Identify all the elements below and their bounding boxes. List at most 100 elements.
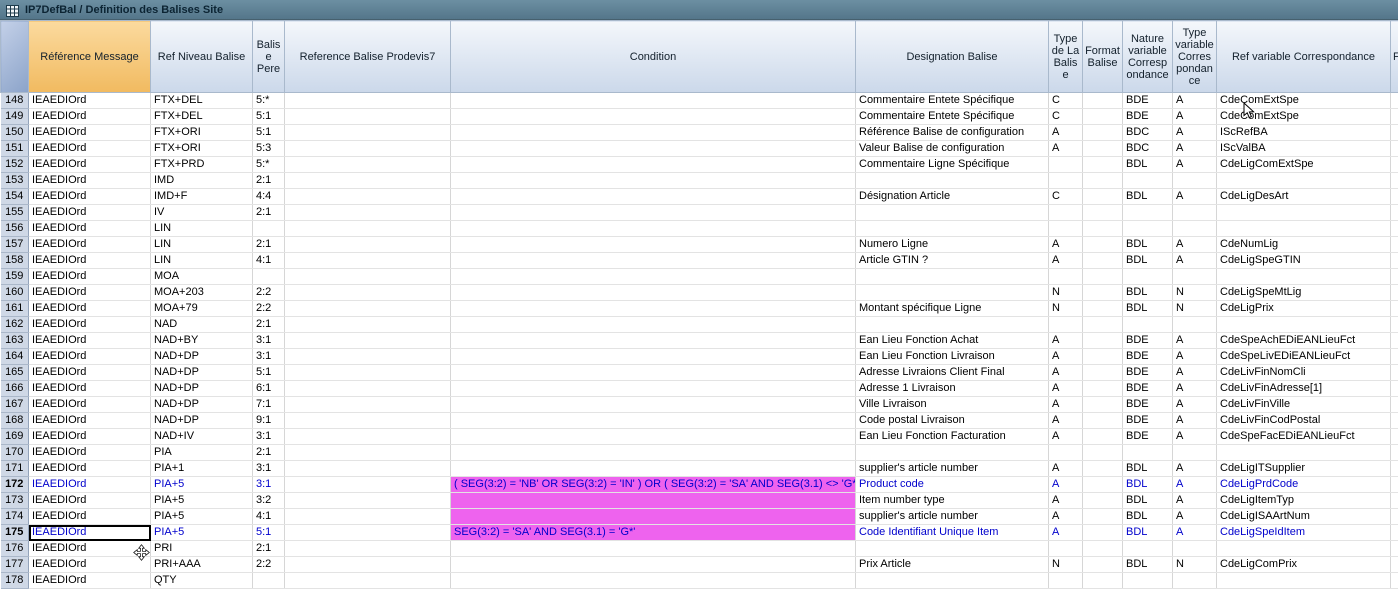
- cell[interactable]: [1391, 381, 1398, 397]
- cell[interactable]: IEAEDIOrd: [29, 301, 151, 317]
- cell[interactable]: IEAEDIOrd: [29, 333, 151, 349]
- cell[interactable]: A: [1049, 525, 1083, 541]
- cell[interactable]: MOA+79: [151, 301, 253, 317]
- cell[interactable]: [1391, 445, 1398, 461]
- cell[interactable]: CdeLivFinAdresse[1]: [1217, 381, 1391, 397]
- cell[interactable]: BDC: [1123, 141, 1173, 157]
- cell[interactable]: BDL: [1123, 509, 1173, 525]
- cell[interactable]: [1083, 573, 1123, 589]
- cell[interactable]: [285, 125, 451, 141]
- cell[interactable]: IScValBA: [1217, 141, 1391, 157]
- cell[interactable]: 3:1: [253, 429, 285, 445]
- cell[interactable]: [285, 445, 451, 461]
- cell[interactable]: 2:1: [253, 237, 285, 253]
- row-number[interactable]: 178: [1, 573, 29, 589]
- cell[interactable]: [1391, 317, 1398, 333]
- cell[interactable]: BDL: [1123, 301, 1173, 317]
- cell[interactable]: 2:1: [253, 541, 285, 557]
- cell[interactable]: [1391, 253, 1398, 269]
- cell[interactable]: [1083, 445, 1123, 461]
- cell[interactable]: A: [1049, 253, 1083, 269]
- cell[interactable]: [1391, 141, 1398, 157]
- cell[interactable]: IEAEDIOrd: [29, 109, 151, 125]
- cell[interactable]: [451, 429, 856, 445]
- cell[interactable]: [1173, 173, 1217, 189]
- cell[interactable]: [856, 541, 1049, 557]
- cell[interactable]: [1049, 541, 1083, 557]
- cell[interactable]: A: [1049, 461, 1083, 477]
- cell[interactable]: [253, 573, 285, 589]
- cell[interactable]: [1217, 173, 1391, 189]
- cell[interactable]: N: [1049, 301, 1083, 317]
- cell[interactable]: [1083, 461, 1123, 477]
- cell[interactable]: IEAEDIOrd: [29, 189, 151, 205]
- cell[interactable]: [1083, 269, 1123, 285]
- cell[interactable]: [451, 109, 856, 125]
- cell[interactable]: [285, 477, 451, 493]
- cell[interactable]: [1391, 477, 1398, 493]
- cell[interactable]: N: [1173, 301, 1217, 317]
- cell[interactable]: CdeLigComPrix: [1217, 557, 1391, 573]
- cell[interactable]: [1083, 541, 1123, 557]
- cell[interactable]: [285, 381, 451, 397]
- cell[interactable]: BDL: [1123, 557, 1173, 573]
- cell[interactable]: [1123, 173, 1173, 189]
- cell[interactable]: [451, 141, 856, 157]
- cell[interactable]: [1123, 445, 1173, 461]
- cell[interactable]: [1083, 333, 1123, 349]
- cell[interactable]: A: [1173, 333, 1217, 349]
- cell[interactable]: [285, 205, 451, 221]
- cell[interactable]: 2:2: [253, 301, 285, 317]
- cell[interactable]: CdeLivFinVille: [1217, 397, 1391, 413]
- row-number[interactable]: 148: [1, 93, 29, 109]
- cell[interactable]: BDE: [1123, 397, 1173, 413]
- cell[interactable]: [1391, 509, 1398, 525]
- cell[interactable]: BDE: [1123, 413, 1173, 429]
- cell[interactable]: [1049, 205, 1083, 221]
- cell[interactable]: [1173, 573, 1217, 589]
- cell[interactable]: [1049, 173, 1083, 189]
- cell[interactable]: IEAEDIOrd: [29, 205, 151, 221]
- cell[interactable]: 5:1: [253, 109, 285, 125]
- cell[interactable]: [1083, 141, 1123, 157]
- cell[interactable]: BDL: [1123, 157, 1173, 173]
- cell[interactable]: [285, 237, 451, 253]
- cell[interactable]: IEAEDIOrd: [29, 93, 151, 109]
- cell[interactable]: A: [1173, 397, 1217, 413]
- cell[interactable]: [1083, 189, 1123, 205]
- row-number[interactable]: 149: [1, 109, 29, 125]
- cell[interactable]: [1391, 333, 1398, 349]
- row-number[interactable]: 168: [1, 413, 29, 429]
- cell[interactable]: NAD: [151, 317, 253, 333]
- cell[interactable]: BDE: [1123, 381, 1173, 397]
- cell[interactable]: MOA+203: [151, 285, 253, 301]
- cell[interactable]: PIA: [151, 445, 253, 461]
- cell[interactable]: 2:2: [253, 557, 285, 573]
- cell[interactable]: [285, 397, 451, 413]
- cell[interactable]: [1173, 541, 1217, 557]
- cell[interactable]: CdeLigDesArt: [1217, 189, 1391, 205]
- cell[interactable]: A: [1173, 157, 1217, 173]
- cell[interactable]: CdeSpeLivEDiEANLieuFct: [1217, 349, 1391, 365]
- row-number[interactable]: 166: [1, 381, 29, 397]
- cell[interactable]: [285, 493, 451, 509]
- cell[interactable]: [856, 221, 1049, 237]
- cell[interactable]: [1083, 285, 1123, 301]
- cell[interactable]: 5:3: [253, 141, 285, 157]
- cell[interactable]: [1083, 413, 1123, 429]
- cell[interactable]: 2:2: [253, 285, 285, 301]
- cell[interactable]: C: [1049, 189, 1083, 205]
- cell[interactable]: IEAEDIOrd: [29, 317, 151, 333]
- cell[interactable]: [285, 285, 451, 301]
- cell[interactable]: Code Identifiant Unique Item: [856, 525, 1049, 541]
- cell[interactable]: [1083, 477, 1123, 493]
- cell[interactable]: [1123, 317, 1173, 333]
- cell[interactable]: [1083, 93, 1123, 109]
- cell[interactable]: [451, 221, 856, 237]
- cell[interactable]: [1173, 445, 1217, 461]
- cell[interactable]: A: [1173, 365, 1217, 381]
- cell[interactable]: [285, 317, 451, 333]
- cell[interactable]: [1049, 445, 1083, 461]
- cell[interactable]: [451, 237, 856, 253]
- cell[interactable]: [1123, 573, 1173, 589]
